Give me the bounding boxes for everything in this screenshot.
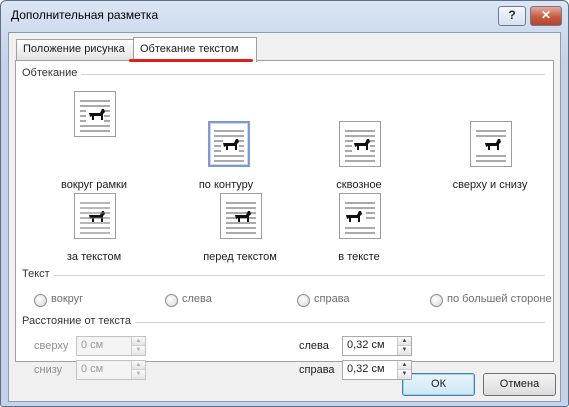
spinner-buttons: ▲ ▼: [131, 361, 145, 379]
wrap-square-label: вокруг рамки: [61, 179, 127, 191]
dialog-client: Положение рисунка Обтекание текстом Обте…: [8, 32, 561, 402]
wrap-behind-text-icon: [80, 202, 110, 234]
distance-top-spinner[interactable]: 0 см ▲ ▼: [76, 336, 146, 356]
group-divider: [22, 275, 545, 276]
wrap-in-front-option[interactable]: [220, 193, 262, 239]
wrap-inline-icon: [345, 202, 375, 234]
title-bar[interactable]: Дополнительная разметка ? ✕: [1, 1, 568, 31]
close-button[interactable]: ✕: [530, 6, 562, 26]
cancel-button[interactable]: Отмена: [483, 373, 556, 396]
wrap-inline-label: в тексте: [338, 251, 380, 263]
wrap-through-icon: [345, 130, 375, 162]
wrapping-group-label: Обтекание: [22, 67, 82, 79]
spin-down-icon[interactable]: ▼: [132, 370, 145, 379]
distance-right-spinner[interactable]: 0,32 см ▲ ▼: [342, 360, 412, 380]
spinner-buttons: ▲ ▼: [397, 361, 411, 379]
tab-highlight-underline: [129, 59, 253, 62]
wrap-top-bottom-option[interactable]: [470, 121, 512, 167]
wrap-tight-label: по контуру: [198, 179, 254, 191]
distance-right-value: 0,32 см: [347, 363, 385, 375]
spin-down-icon[interactable]: ▼: [398, 346, 411, 355]
spin-up-icon[interactable]: ▲: [398, 337, 411, 346]
text-wrap-left-radio[interactable]: [165, 294, 178, 307]
spinner-buttons: ▲ ▼: [397, 337, 411, 355]
wrap-top-bottom-label: сверху и снизу: [452, 179, 528, 191]
wrap-tight-option[interactable]: [208, 121, 250, 167]
ok-button[interactable]: ОК: [402, 373, 475, 396]
distance-bottom-value: 0 см: [81, 363, 104, 375]
text-wrap-right-radio[interactable]: [297, 294, 310, 307]
wrap-behind-text-option[interactable]: [74, 193, 116, 239]
wrap-square-icon: [80, 100, 110, 132]
wrap-tight-icon: [214, 130, 244, 162]
distance-left-value: 0,32 см: [347, 339, 385, 351]
distance-group-label: Расстояние от текста: [22, 315, 135, 327]
wrap-inline-option[interactable]: [339, 193, 381, 239]
text-wrap-both-label: вокруг: [51, 293, 84, 305]
spin-down-icon[interactable]: ▼: [132, 346, 145, 355]
text-wrap-right-label: справа: [314, 293, 350, 305]
wrap-in-front-icon: [226, 202, 256, 234]
distance-left-label: слева: [299, 340, 329, 352]
wrap-in-front-label: перед текстом: [203, 251, 277, 263]
text-wrap-left-label: слева: [182, 293, 212, 305]
spin-up-icon[interactable]: ▲: [132, 337, 145, 346]
help-button[interactable]: ?: [498, 6, 526, 26]
wrap-behind-text-label: за текстом: [66, 251, 122, 263]
dialog-title: Дополнительная разметка: [11, 8, 159, 22]
wrap-top-bottom-icon: [476, 130, 506, 162]
spinner-buttons: ▲ ▼: [131, 337, 145, 355]
tab-picture-position[interactable]: Положение рисунка: [16, 39, 136, 60]
distance-bottom-label: снизу: [34, 364, 63, 376]
spin-up-icon[interactable]: ▲: [398, 361, 411, 370]
dialog-window: Дополнительная разметка ? ✕ Положение ри…: [0, 0, 569, 407]
group-divider: [22, 74, 545, 75]
spin-up-icon[interactable]: ▲: [132, 361, 145, 370]
text-wrap-largest-label: по большей стороне: [447, 293, 552, 305]
distance-top-value: 0 см: [81, 339, 104, 351]
text-group-label: Текст: [22, 268, 54, 280]
distance-top-label: сверху: [34, 340, 69, 352]
wrap-square-option[interactable]: [74, 91, 116, 137]
distance-right-label: справа: [299, 364, 335, 376]
spin-down-icon[interactable]: ▼: [398, 370, 411, 379]
text-wrap-both-radio[interactable]: [34, 294, 47, 307]
wrap-through-label: сквозное: [336, 179, 382, 191]
distance-left-spinner[interactable]: 0,32 см ▲ ▼: [342, 336, 412, 356]
wrap-through-option[interactable]: [339, 121, 381, 167]
text-wrap-largest-radio[interactable]: [430, 294, 443, 307]
distance-bottom-spinner[interactable]: 0 см ▲ ▼: [76, 360, 146, 380]
tab-panel: Обтекание вокруг рамки по контуру сквозн…: [15, 60, 554, 362]
